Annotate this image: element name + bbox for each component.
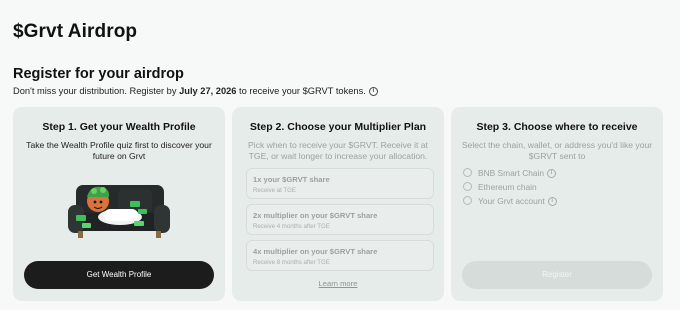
info-icon[interactable]: i (368, 87, 378, 97)
option-label: Your Grvt account (478, 196, 545, 206)
radio-icon[interactable] (463, 168, 472, 178)
section-title: Register for your airdrop (13, 66, 184, 82)
plan-title: 4x multiplier on your $GRVT share (253, 247, 378, 256)
radio-icon[interactable] (463, 182, 472, 192)
plan-subtitle: Receive at TGE (253, 187, 296, 194)
option-ethereum-chain[interactable]: Ethereum chain (463, 182, 537, 192)
subtitle-date: July 27, 2026 (179, 86, 237, 96)
step3-desc: Select the chain, wallet, or address you… (461, 140, 653, 161)
step2-desc: Pick when to receive your $GRVT. Receive… (248, 140, 428, 161)
radio-icon[interactable] (463, 196, 472, 206)
plan-option-1x[interactable]: 1x your $GRVT share Receive at TGE (246, 168, 434, 199)
option-label: BNB Smart Chain (478, 168, 545, 178)
subtitle: Don't miss your distribution. Register b… (13, 86, 378, 97)
learn-more-link[interactable]: Learn more (232, 279, 444, 288)
page-title: $Grvt Airdrop (13, 21, 138, 42)
step3-card: Step 3. Choose where to receive Select t… (451, 107, 663, 301)
plan-option-2x[interactable]: 2x multiplier on your $GRVT share Receiv… (246, 204, 434, 235)
plan-subtitle: Receive 4 months after TGE (253, 223, 330, 230)
option-grvt-account[interactable]: Your Grvt account i (463, 196, 557, 207)
step2-title: Step 2. Choose your Multiplier Plan (249, 121, 427, 133)
subtitle-suffix: to receive your $GRVT tokens. (236, 86, 366, 96)
subtitle-prefix: Don't miss your distribution. Register b… (13, 86, 180, 96)
couch-character-illustration (68, 185, 170, 238)
option-bnb-smart-chain[interactable]: BNB Smart Chain i (463, 168, 557, 179)
info-icon[interactable]: i (547, 197, 557, 207)
get-wealth-profile-button[interactable]: Get Wealth Profile (24, 261, 214, 289)
info-icon[interactable]: i (547, 169, 557, 179)
step3-title: Step 3. Choose where to receive (476, 121, 638, 133)
step1-title: Step 1. Get your Wealth Profile (42, 121, 196, 133)
step1-desc: Take the Wealth Profile quiz first to di… (26, 140, 212, 161)
register-button[interactable]: Register (462, 261, 652, 289)
plan-title: 2x multiplier on your $GRVT share (253, 211, 378, 220)
plan-title: 1x your $GRVT share (253, 175, 330, 184)
step1-card: Step 1. Get your Wealth Profile Take the… (13, 107, 225, 301)
option-label: Ethereum chain (478, 182, 537, 192)
plan-option-4x[interactable]: 4x multiplier on your $GRVT share Receiv… (246, 240, 434, 271)
step2-card: Step 2. Choose your Multiplier Plan Pick… (232, 107, 444, 301)
plan-subtitle: Receive 8 months after TGE (253, 259, 330, 266)
